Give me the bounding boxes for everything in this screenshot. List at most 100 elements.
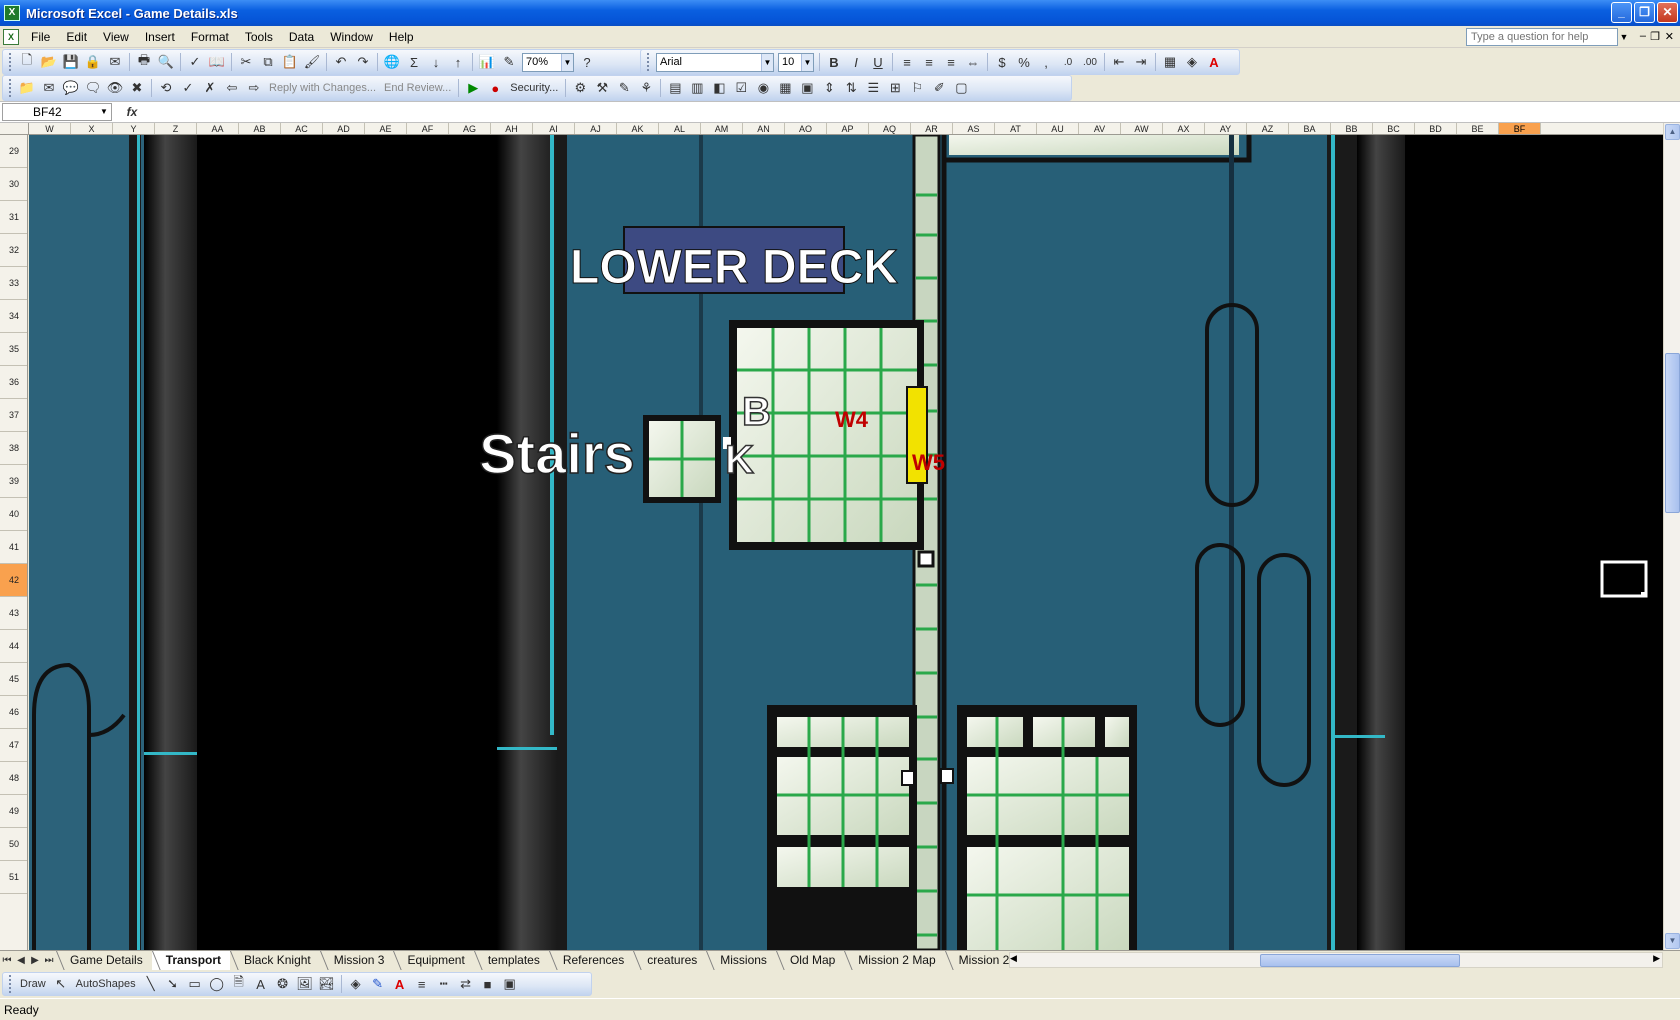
column-header[interactable]: BE <box>1457 123 1499 134</box>
tab-templates[interactable]: templates <box>474 951 549 970</box>
column-header[interactable]: BB <box>1331 123 1373 134</box>
row-header[interactable]: 50 <box>0 828 27 861</box>
row-header[interactable]: 39 <box>0 465 27 498</box>
end-review-button[interactable]: End Review... <box>380 82 455 94</box>
paste-icon[interactable]: 📋 <box>279 52 301 72</box>
redo-icon[interactable]: ↷ <box>352 52 374 72</box>
run-dialog-icon[interactable]: ▢ <box>950 78 972 98</box>
column-header[interactable]: W <box>29 123 71 134</box>
horizontal-scrollbar[interactable]: ◀ ▶ <box>1009 952 1663 968</box>
shadow-icon[interactable]: ■ <box>477 974 499 994</box>
run-macro-icon[interactable]: ▶ <box>462 78 484 98</box>
column-header[interactable]: BF <box>1499 123 1541 134</box>
forms-label-icon[interactable]: ▤ <box>664 78 686 98</box>
menu-tools[interactable]: Tools <box>237 30 281 44</box>
forms-checkbox-icon[interactable]: ☑ <box>730 78 752 98</box>
comma-style-icon[interactable]: , <box>1035 52 1057 72</box>
row-header[interactable]: 36 <box>0 366 27 399</box>
email-icon[interactable]: ✉ <box>104 52 126 72</box>
undo-icon[interactable]: ↶ <box>330 52 352 72</box>
record-macro-icon[interactable]: ● <box>484 78 506 98</box>
column-header[interactable]: AW <box>1121 123 1163 134</box>
forms-spinner-icon[interactable]: ⇅ <box>840 78 862 98</box>
column-header[interactable]: BC <box>1373 123 1415 134</box>
menu-insert[interactable]: Insert <box>137 30 183 44</box>
worksheet-grid[interactable]: LOWER DECK Stairs B K W4 W5 <box>29 135 1663 950</box>
design-mode-icon[interactable]: ✎ <box>613 78 635 98</box>
menu-view[interactable]: View <box>95 30 137 44</box>
hyperlink-icon[interactable]: 🌐 <box>381 52 403 72</box>
column-header[interactable]: AY <box>1205 123 1247 134</box>
forms-button-icon[interactable]: ◧ <box>708 78 730 98</box>
text-box-icon[interactable]: 🗎 <box>228 974 250 994</box>
forms-list-icon[interactable]: ▦ <box>774 78 796 98</box>
control-toolbox-icon[interactable]: ⚒ <box>591 78 613 98</box>
tab-mission-2-map[interactable]: Mission 2 Map <box>844 951 944 970</box>
column-header[interactable]: AE <box>365 123 407 134</box>
3d-style-icon[interactable]: ▣ <box>499 974 521 994</box>
tab-equipment[interactable]: Equipment <box>393 951 473 970</box>
folder-icon[interactable]: 📁 <box>16 78 38 98</box>
fill-color-draw-icon[interactable]: ◈ <box>345 974 367 994</box>
align-right-icon[interactable]: ≡ <box>940 52 962 72</box>
last-sheet-icon[interactable]: ⏭ <box>42 955 56 966</box>
vertical-scrollbar[interactable]: ▲ ▼ <box>1663 123 1680 950</box>
column-header[interactable]: AZ <box>1247 123 1289 134</box>
column-header[interactable]: AQ <box>869 123 911 134</box>
sort-ascending-icon[interactable]: ↓ <box>425 52 447 72</box>
column-header[interactable]: Y <box>113 123 155 134</box>
column-header[interactable]: AB <box>239 123 281 134</box>
print-icon[interactable]: 🖶 <box>133 52 155 72</box>
decrease-decimal-icon[interactable]: .00 <box>1079 52 1101 72</box>
merge-center-icon[interactable]: ⇔ <box>962 52 984 72</box>
column-header[interactable]: AA <box>197 123 239 134</box>
row-header[interactable]: 32 <box>0 234 27 267</box>
currency-icon[interactable]: $ <box>991 52 1013 72</box>
toolbar-grip[interactable] <box>647 53 650 71</box>
permission-icon[interactable]: 🔒 <box>82 52 104 72</box>
line-style-draw-icon[interactable]: ≡ <box>411 974 433 994</box>
reject-icon[interactable]: ✗ <box>199 78 221 98</box>
font-select[interactable]: Arial ▼ <box>656 52 774 72</box>
workbook-restore-button[interactable]: ❐ <box>1650 30 1660 43</box>
row-header[interactable]: 38 <box>0 432 27 465</box>
track-changes-icon[interactable]: ⟲ <box>155 78 177 98</box>
formula-input[interactable] <box>152 103 1680 121</box>
next-sheet-icon[interactable]: ▶ <box>28 955 42 966</box>
show-comments-icon[interactable]: 👁 <box>104 78 126 98</box>
prev-sheet-icon[interactable]: ◀ <box>14 955 28 966</box>
forms-group-icon[interactable]: ▥ <box>686 78 708 98</box>
column-header[interactable]: Z <box>155 123 197 134</box>
workbook-close-button[interactable]: ✕ <box>1665 30 1674 43</box>
row-header[interactable]: 42 <box>0 564 27 597</box>
row-header[interactable]: 44 <box>0 630 27 663</box>
column-header[interactable]: AV <box>1079 123 1121 134</box>
spelling-icon[interactable]: ✓ <box>184 52 206 72</box>
font-size-dropdown-icon[interactable]: ▼ <box>801 53 813 71</box>
column-header[interactable]: AO <box>785 123 827 134</box>
column-header[interactable]: AM <box>701 123 743 134</box>
autosum-icon[interactable]: Σ <box>403 52 425 72</box>
borders-icon[interactable]: ▦ <box>1159 52 1181 72</box>
tab-old-map[interactable]: Old Map <box>776 951 844 970</box>
diagram-icon[interactable]: ❂ <box>272 974 294 994</box>
first-sheet-icon[interactable]: ⏮ <box>0 955 14 966</box>
new-icon[interactable]: 🗋 <box>16 52 38 72</box>
column-header[interactable]: AR <box>911 123 953 134</box>
column-header[interactable]: AJ <box>575 123 617 134</box>
column-header[interactable]: AD <box>323 123 365 134</box>
code-icon[interactable]: ✐ <box>928 78 950 98</box>
line-icon[interactable]: ╲ <box>140 974 162 994</box>
copy-icon[interactable]: ⧉ <box>257 52 279 72</box>
workbook-icon[interactable]: X <box>3 28 19 45</box>
line-style-icon[interactable]: ☰ <box>862 78 884 98</box>
drawing-icon[interactable]: ✎ <box>498 52 520 72</box>
row-header[interactable]: 46 <box>0 696 27 729</box>
previous-icon[interactable]: ⇦ <box>221 78 243 98</box>
picture-icon[interactable]: 🏞 <box>316 974 338 994</box>
column-header[interactable]: BA <box>1289 123 1331 134</box>
row-header[interactable]: 33 <box>0 267 27 300</box>
column-header[interactable]: AG <box>449 123 491 134</box>
horizontal-scroll-thumb[interactable] <box>1260 954 1460 967</box>
print-preview-icon[interactable]: 🔍 <box>155 52 177 72</box>
